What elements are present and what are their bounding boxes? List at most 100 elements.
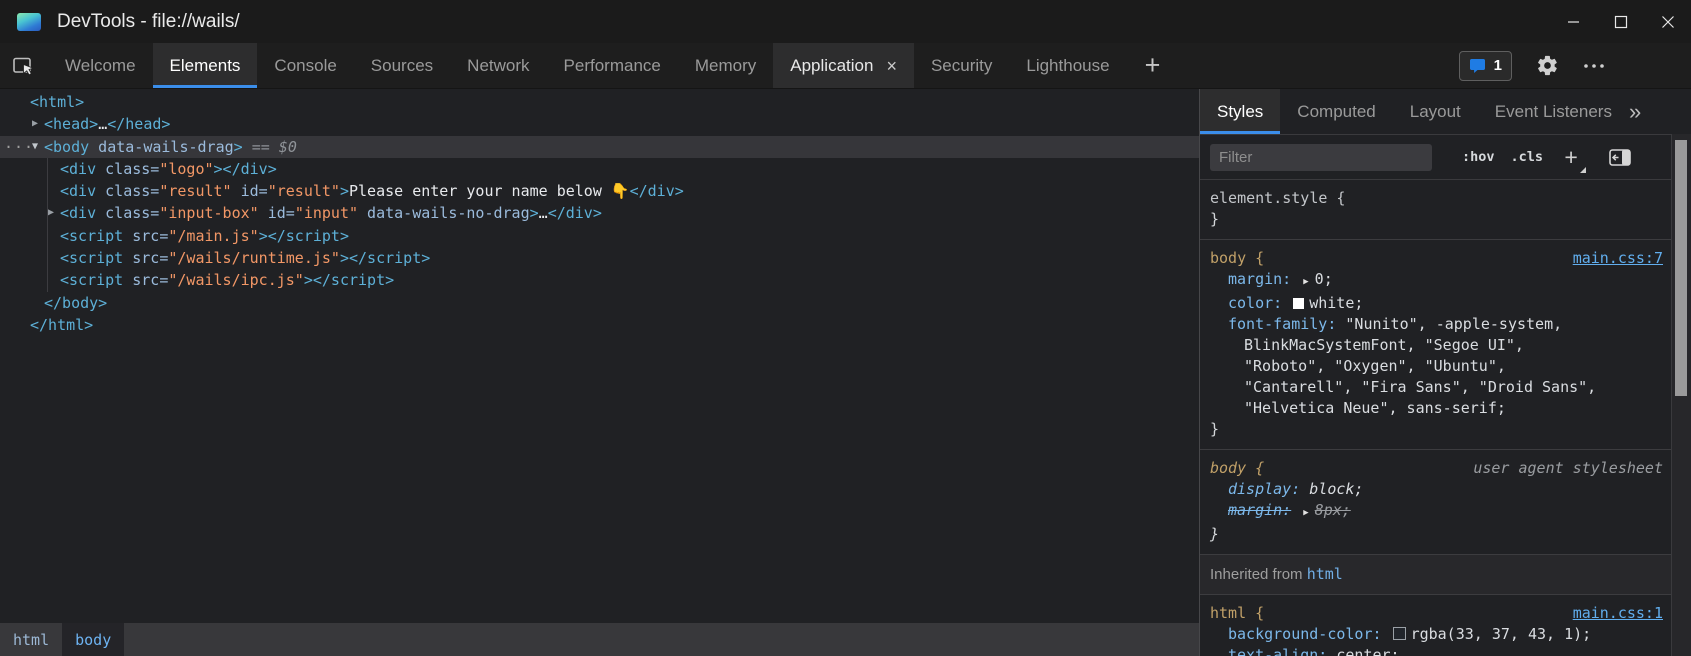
dom-tree-row[interactable]: <script src="/wails/runtime.js"></script…: [0, 247, 1199, 269]
styles-scrollbar-thumb[interactable]: [1675, 140, 1687, 396]
tab-lighthouse[interactable]: Lighthouse: [1009, 43, 1126, 88]
stylesheet-origin-note: user agent stylesheet: [1473, 458, 1663, 479]
expand-arrow-icon[interactable]: ▶: [44, 202, 58, 224]
toggle-element-classes-button[interactable]: .cls: [1511, 149, 1544, 165]
css-property-value[interactable]: "Nunito", -apple-system,: [1345, 315, 1562, 333]
rule-selector[interactable]: html {: [1210, 603, 1264, 624]
css-property-name[interactable]: margin:: [1228, 270, 1291, 288]
tab-memory[interactable]: Memory: [678, 43, 773, 88]
style-rule-section: element.style {}: [1200, 180, 1672, 240]
css-value-continuation: "Cantarell", "Fira Sans", "Droid Sans",: [1200, 377, 1672, 398]
tab-application[interactable]: Application×: [773, 43, 914, 88]
css-property-name[interactable]: background-color:: [1228, 625, 1382, 643]
devtools-logo-icon: [17, 13, 41, 31]
toggle-sidebar-button[interactable]: [1609, 149, 1631, 166]
dom-tree-row[interactable]: </body>: [0, 292, 1199, 314]
css-property-row: color: white;: [1200, 293, 1672, 314]
expand-longhand-icon[interactable]: ▶: [1303, 508, 1308, 518]
close-tab-icon[interactable]: ×: [886, 57, 897, 75]
tab-security[interactable]: Security: [914, 43, 1009, 88]
styles-scrollbar-track[interactable]: [1671, 134, 1691, 656]
inherited-from-label: Inherited from: [1210, 566, 1307, 583]
expand-arrow-icon[interactable]: ▶: [28, 113, 42, 135]
rule-close-row: }: [1200, 524, 1672, 545]
css-value-continuation: BlinkMacSystemFont, "Segoe UI",: [1200, 335, 1672, 356]
inspect-icon: [11, 54, 37, 78]
toggle-pseudo-state-button[interactable]: :hov: [1462, 149, 1495, 165]
stylesheet-link[interactable]: main.css:7: [1573, 248, 1663, 269]
maximize-button[interactable]: [1597, 0, 1644, 43]
toolbar-right-actions: 1: [1459, 43, 1691, 88]
css-property-value[interactable]: center;: [1336, 646, 1399, 656]
styles-filter-bar: :hov .cls +: [1200, 134, 1672, 180]
expand-longhand-icon[interactable]: ▶: [1303, 277, 1308, 287]
css-property-name[interactable]: display:: [1228, 480, 1300, 498]
more-tools-button[interactable]: +: [1127, 43, 1179, 88]
css-property-name[interactable]: text-align:: [1228, 646, 1327, 656]
color-swatch[interactable]: [1393, 627, 1406, 640]
styles-filter-input[interactable]: [1210, 144, 1432, 171]
css-property-name[interactable]: color:: [1228, 294, 1282, 312]
rule-selector[interactable]: element.style {: [1210, 189, 1345, 207]
inherited-from-row: Inherited from html: [1200, 564, 1672, 585]
tab-label: Computed: [1297, 102, 1375, 122]
tab-network[interactable]: Network: [450, 43, 546, 88]
rule-selector[interactable]: body {: [1210, 248, 1264, 269]
css-property-value[interactable]: block;: [1309, 480, 1363, 498]
css-property-value[interactable]: 0;: [1315, 270, 1333, 288]
sidebar-tabs-overflow-button[interactable]: »: [1629, 89, 1641, 134]
stylesheet-link[interactable]: main.css:1: [1573, 603, 1663, 624]
tab-elements[interactable]: Elements: [153, 43, 258, 88]
sidebar-tab-computed[interactable]: Computed: [1280, 89, 1392, 134]
rule-selector[interactable]: body {: [1210, 458, 1264, 479]
sidebar-tab-event-listeners[interactable]: Event Listeners: [1478, 89, 1629, 134]
breadcrumb-body[interactable]: body: [62, 623, 124, 656]
maximize-icon: [1614, 15, 1628, 29]
dom-tree-row[interactable]: ▶<div class="input-box" id="input" data-…: [0, 202, 1199, 224]
minimize-button[interactable]: [1550, 0, 1597, 43]
dock-panel-icon: [1609, 149, 1631, 166]
window-titlebar: DevTools - file://wails/: [0, 0, 1691, 43]
css-property-row: margin: ▶ 0;: [1200, 269, 1672, 293]
css-property-value[interactable]: 8px;: [1315, 501, 1351, 519]
dom-tree-row[interactable]: <html>: [0, 91, 1199, 113]
settings-button[interactable]: [1536, 54, 1559, 77]
dom-tree-row[interactable]: <div class="result" id="result">Please e…: [0, 180, 1199, 202]
dom-tree-row[interactable]: <script src="/wails/ipc.js"></script>: [0, 269, 1199, 291]
tab-welcome[interactable]: Welcome: [48, 43, 153, 88]
minimize-icon: [1567, 15, 1580, 28]
window-title: DevTools - file://wails/: [57, 11, 240, 33]
dom-tree-row[interactable]: <script src="/main.js"></script>: [0, 225, 1199, 247]
collapse-arrow-icon[interactable]: ▼: [28, 136, 42, 158]
css-property-row: text-align: center;: [1200, 645, 1672, 656]
close-button[interactable]: [1644, 0, 1691, 43]
dom-tree-row[interactable]: ···▼<body data-wails-drag> == $0: [0, 136, 1199, 158]
tab-sources[interactable]: Sources: [354, 43, 450, 88]
more-options-button[interactable]: [1583, 63, 1605, 69]
css-value-continuation: "Helvetica Neue", sans-serif;: [1200, 398, 1672, 419]
inspect-element-button[interactable]: [0, 43, 48, 88]
sidebar-tab-styles[interactable]: Styles: [1200, 89, 1280, 134]
style-rule-section: Inherited from html: [1200, 555, 1672, 595]
ellipsis-icon: [1583, 63, 1605, 69]
tab-label: Lighthouse: [1026, 56, 1109, 76]
tab-performance[interactable]: Performance: [547, 43, 678, 88]
window-controls: [1550, 0, 1691, 43]
css-property-name[interactable]: font-family:: [1228, 315, 1336, 333]
new-style-rule-button[interactable]: +: [1559, 146, 1583, 169]
css-property-value[interactable]: white;: [1309, 294, 1363, 312]
tab-label: Elements: [170, 56, 241, 76]
sidebar-tab-layout[interactable]: Layout: [1393, 89, 1478, 134]
tab-console[interactable]: Console: [257, 43, 353, 88]
inherited-from-element-link[interactable]: html: [1307, 565, 1343, 583]
dom-tree-row[interactable]: ▶<head>…</head>: [0, 113, 1199, 135]
feedback-badge[interactable]: 1: [1459, 51, 1512, 81]
css-property-row: font-family: "Nunito", -apple-system,: [1200, 314, 1672, 335]
css-property-value[interactable]: rgba(33, 37, 43, 1);: [1411, 625, 1592, 643]
css-property-name[interactable]: margin:: [1228, 501, 1291, 519]
breadcrumb-html[interactable]: html: [0, 623, 62, 656]
color-swatch[interactable]: [1293, 298, 1304, 309]
dom-tree-row[interactable]: </html>: [0, 314, 1199, 336]
rule-selector-row: body { user agent stylesheet: [1200, 458, 1672, 479]
dom-tree-row[interactable]: <div class="logo"></div>: [0, 158, 1199, 180]
